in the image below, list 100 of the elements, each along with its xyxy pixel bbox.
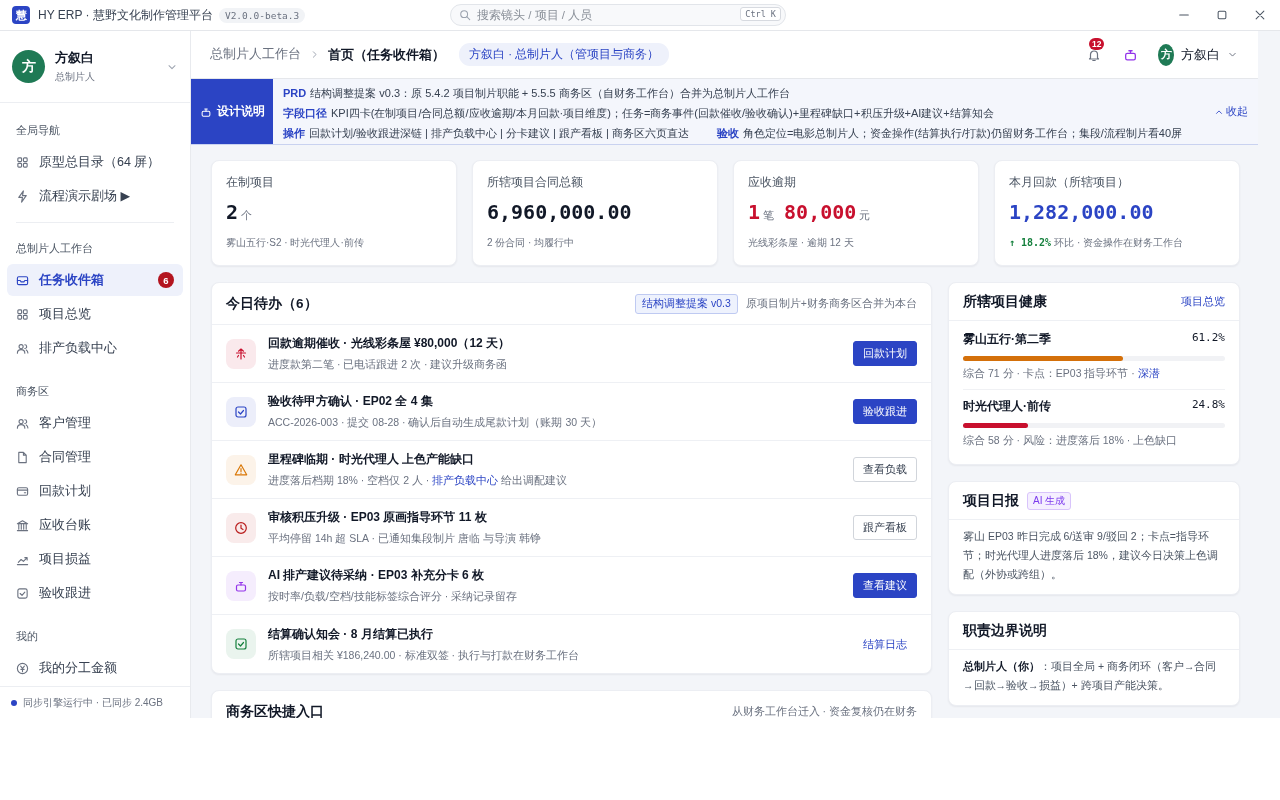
sidebar-item[interactable]: 排产负载中心	[7, 332, 183, 365]
trend-value: ↑ 18.2%	[1009, 237, 1052, 248]
card-note: 原项目制片+财务商务区合并为本台	[745, 296, 917, 311]
role-chip: 方叙白 · 总制片人（管项目与商务）	[459, 43, 670, 66]
card-title: 项目日报	[963, 491, 1019, 510]
app-logo: 慧	[12, 6, 30, 24]
maximize-button[interactable]	[1216, 9, 1228, 21]
task-title: 回款逾期催收 · 光线彩条屋 ¥80,000（12 天）	[268, 335, 511, 352]
note-line: 操作 回款计划/验收跟进深链 | 排产负载中心 | 分卡建议 | 跟产看板 | 商务区六页直达	[283, 127, 689, 139]
task-title: 结算确认知会 · 8 月结算已执行	[268, 625, 434, 643]
assistant-button[interactable]	[1123, 47, 1138, 62]
grid-icon	[16, 307, 29, 321]
kpi-value: 6,960,000.00	[487, 200, 632, 224]
card-note: 从财务工作台迁入 · 资金复核仍在财务	[731, 704, 917, 718]
kpi-value: 1,282,000.00	[1009, 200, 1154, 224]
sidebar-item[interactable]: 验收跟进	[7, 577, 183, 610]
sync-status: 同步引擎运行中 · 已同步 2.4GB	[23, 695, 163, 710]
sidebar-item[interactable]: 我的分工金额	[7, 652, 183, 685]
section-title: 我的	[15, 629, 39, 645]
card-title: 今日待办（6）	[226, 294, 318, 313]
user-role: 总制片人	[55, 70, 95, 85]
user-name[interactable]: 方叙白	[1181, 45, 1220, 64]
note-line: 验收 角色定位=电影总制片人；资金操作(结算执行/打款)仍留财务工作台；集段/流程制片看40屏	[716, 127, 1183, 139]
task-title: 里程碑临期 · 时光代理人 上色产能缺口	[268, 451, 475, 468]
maximize-icon	[1216, 9, 1228, 21]
clock-icon	[234, 520, 248, 535]
sidebar-item[interactable]: 项目损益	[7, 543, 183, 576]
user-avatar: 方	[1158, 43, 1174, 66]
close-icon	[1254, 9, 1266, 21]
sidebar-item[interactable]: 合同管理	[7, 441, 183, 474]
version-tag: V2.0.0-beta.3	[218, 7, 306, 23]
users-icon	[16, 416, 29, 430]
proposal-tag: 结构调整提案 v0.3	[635, 293, 738, 314]
sidebar-item[interactable]: 原型总目录（64 屏）	[7, 146, 183, 179]
sidebar-item[interactable]: 项目总览	[7, 298, 183, 331]
action-button[interactable]: 查看建议	[853, 573, 917, 598]
action-button[interactable]: 跟产看板	[853, 515, 917, 540]
sidebar-item[interactable]: 客户管理	[7, 407, 183, 440]
kpi-value: 80,000 元	[784, 200, 871, 224]
task-description: 平均停留 14h 超 SLA · 已通知集段制片 唐临 与导演 韩铮	[268, 532, 541, 546]
users-icon	[16, 341, 29, 355]
panel-icon	[199, 105, 212, 118]
task-description: 进度款第二笔 · 已电话跟进 2 次 · 建议升级商务函	[268, 358, 509, 372]
checkbox-icon	[234, 404, 248, 419]
warning-icon	[234, 462, 248, 477]
action-button[interactable]: 验收跟进	[853, 399, 917, 424]
project-note: 综合 58 分 · 风险：进度落后 18% · 上色缺口	[963, 434, 1179, 448]
notification-badge: 12	[1089, 37, 1105, 50]
sidebar-item[interactable]: 回款计划	[7, 475, 183, 508]
sidebar-item[interactable]: 应收台账	[7, 509, 183, 542]
status-dot	[11, 699, 17, 706]
card-title: 职责边界说明	[963, 621, 1047, 640]
overview-link[interactable]: 项目总览	[1181, 294, 1225, 309]
inbox-icon	[16, 273, 29, 287]
yuan-icon	[234, 346, 248, 361]
kpi-label: 应收逾期	[748, 175, 797, 190]
task-description: ACC-2026-003 · 提交 08-28 · 确认后自动生成尾款计划（账期 30 天）	[268, 416, 602, 430]
card-title: 商务区快捷入口	[226, 702, 324, 718]
duty-text: 总制片人（你）：项目全局 + 商务闭环（客户→合同→回款→验收→损益）+ 跨项目产能决策。	[962, 659, 1218, 693]
shortcut-hint: Ctrl K	[740, 7, 781, 21]
project-name: 时光代理人·前传	[963, 398, 1051, 415]
health-percent: 61.2%	[1191, 331, 1225, 346]
inline-link[interactable]: 深潜	[1137, 367, 1160, 379]
close-button[interactable]	[1254, 9, 1266, 21]
user-name: 方叙白	[55, 49, 95, 68]
task-description: 进度落后档期 18% · 空档仅 2 人 · 排产负载中心 给出调配建议	[268, 474, 568, 488]
checkbox-icon	[234, 637, 248, 651]
sidebar-item[interactable]: 流程演示剧场 ▶	[7, 180, 183, 213]
kpi-note: 环比 · 资金操作在财务工作台	[1054, 237, 1184, 248]
kpi-value: 1 笔	[748, 200, 775, 224]
ai-tag: AI 生成	[1027, 491, 1072, 510]
section-title: 商务区	[15, 384, 50, 400]
inline-link[interactable]: 排产负载中心	[432, 474, 499, 486]
kpi-note: 2 份合同 · 均履行中	[487, 237, 575, 248]
note-line: 字段口径 KPI四卡(在制项目/合同总额/应收逾期/本月回款·项目维度)；任务=商务事件(回款催收/验收确认)+里程碑缺口+积压升级+AI建议+结算知会	[283, 107, 994, 119]
action-button[interactable]: 结算日志	[853, 631, 917, 657]
note-line: PRD 结构调整提案 v0.3：原 5.4.2 项目制片职能 + 5.5.5 商务区（自财务工作台）合并为总制片人工作台	[283, 87, 790, 99]
kpi-label: 所辖项目合同总额	[487, 175, 584, 190]
kpi-label: 在制项目	[226, 175, 275, 190]
project-name: 雾山五行·第二季	[963, 331, 1051, 348]
card-title: 所辖项目健康	[963, 292, 1047, 311]
search-icon	[459, 9, 471, 21]
breadcrumb-item: 首页（任务收件箱）	[328, 45, 445, 64]
window-title: HY ERP · 慧野文化制作管理平台	[38, 6, 213, 24]
count-badge: 6	[158, 272, 174, 289]
project-note: 综合 71 分 · 卡点：EP03 指导环节 · 深潜	[963, 367, 1161, 381]
breadcrumb-item[interactable]: 总制片人工作台	[210, 46, 301, 63]
grid-icon	[16, 155, 29, 169]
action-button[interactable]: 查看负载	[853, 457, 917, 482]
section-title: 全局导航	[15, 123, 61, 139]
sidebar-item[interactable]: 任务收件箱 6	[7, 264, 183, 297]
task-title: AI 排产建议待采纳 · EP03 补充分卡 6 枚	[268, 567, 486, 584]
kpi-label: 本月回款（所辖项目）	[1009, 175, 1130, 190]
task-title: 验收待甲方确认 · EP02 全 4 集	[268, 393, 434, 410]
notifications-button[interactable]	[1087, 47, 1101, 62]
user-avatar: 方	[12, 50, 45, 84]
action-button[interactable]: 回款计划	[853, 341, 917, 366]
kpi-note: 光线彩条屋 · 逾期 12 天	[748, 237, 854, 248]
kpi-value: 2 个	[226, 200, 253, 224]
collapse-link[interactable]: 收起	[1214, 104, 1248, 119]
